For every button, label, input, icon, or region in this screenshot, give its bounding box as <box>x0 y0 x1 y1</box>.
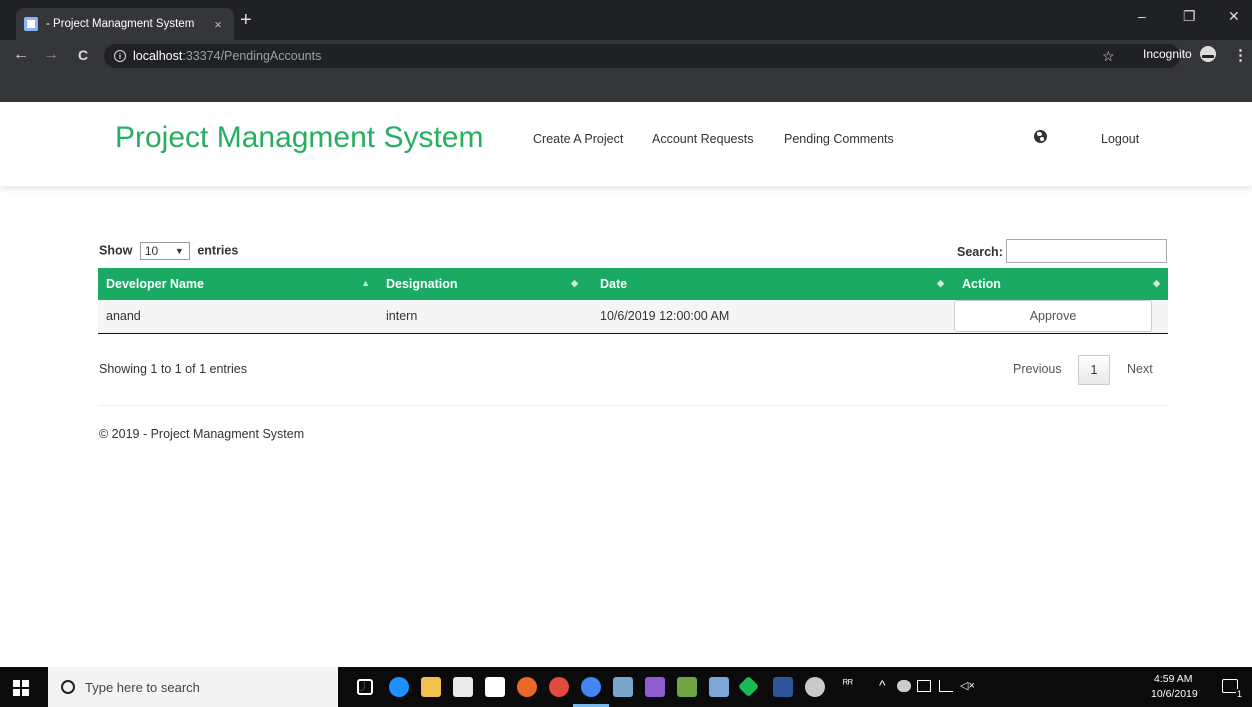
tab-title: - Project Managment System <box>46 18 195 30</box>
bookmarks-bar <box>0 72 1252 102</box>
show-label: Show <box>99 243 133 258</box>
clock-date[interactable]: 10/6/2019 <box>1151 688 1198 700</box>
table-header-row: Developer Name ▲ Designation ◆ Date ◆ Ac… <box>98 268 1168 300</box>
approve-button[interactable]: Approve <box>954 300 1152 333</box>
store-icon[interactable] <box>453 677 473 697</box>
sort-icon: ◆ <box>937 278 944 288</box>
page-size-select[interactable]: 10 ▼ <box>139 242 190 260</box>
site-header: Project Managment System Create A Projec… <box>0 102 1252 186</box>
tab-close-icon[interactable]: × <box>210 17 226 32</box>
table-search-input[interactable] <box>1006 239 1167 263</box>
nav-account-requests[interactable]: Account Requests <box>652 132 753 146</box>
notepad-icon[interactable] <box>677 677 697 697</box>
pagination-page-1[interactable]: 1 <box>1078 355 1110 385</box>
address-bar[interactable]: i localhost :33374/PendingAccounts <box>104 44 1180 68</box>
people-icon[interactable]: ᴿᴿ <box>843 678 853 690</box>
table-info: Showing 1 to 1 of 1 entries <box>99 362 248 376</box>
windows-start-icon[interactable] <box>13 680 29 696</box>
table-row: anand intern 10/6/2019 12:00:00 AM Appro… <box>98 300 1168 334</box>
pending-accounts-table: Developer Name ▲ Designation ◆ Date ◆ Ac… <box>98 268 1168 334</box>
url-path: :33374/PendingAccounts <box>182 49 322 63</box>
column-header-action[interactable]: Action ◆ <box>952 268 1168 300</box>
entries-label: entries <box>197 243 239 258</box>
network-icon[interactable] <box>939 680 953 692</box>
windows-taskbar: Type here to search ᴿᴿ ^ ◁× 4:59 AM 10/6… <box>0 667 1252 707</box>
firefox-icon[interactable] <box>517 677 537 697</box>
app-diamond-icon[interactable] <box>737 675 760 698</box>
column-header-designation[interactable]: Designation ◆ <box>378 268 586 300</box>
tray-overflow-icon[interactable]: ^ <box>879 677 886 693</box>
window-close-icon[interactable]: ✕ <box>1228 8 1240 25</box>
edge-icon[interactable] <box>389 677 409 697</box>
cortana-icon <box>61 680 75 694</box>
nav-create-project[interactable]: Create A Project <box>533 132 623 146</box>
nav-logout[interactable]: Logout <box>1101 132 1139 146</box>
pagination-next[interactable]: Next <box>1127 362 1153 376</box>
incognito-label: Incognito <box>1143 47 1192 61</box>
app-icon[interactable] <box>613 677 633 697</box>
minimize-icon[interactable]: – <box>1138 8 1146 24</box>
browser-toolbar: ← → C i localhost :33374/PendingAccounts <box>0 40 1252 72</box>
notification-count-badge: 1 <box>1236 689 1244 699</box>
page-size-value: 10 <box>144 244 159 258</box>
url-host: localhost <box>133 49 183 63</box>
cell-developer-name: anand <box>98 300 378 334</box>
globe-icon[interactable] <box>1034 130 1047 143</box>
back-icon[interactable]: ← <box>13 46 29 64</box>
snipping-tool-icon[interactable] <box>709 677 729 697</box>
site-brand[interactable]: Project Managment System <box>115 121 483 155</box>
restore-icon[interactable]: ❐ <box>1183 8 1196 25</box>
search-label: Search: <box>957 245 1003 259</box>
pagination-previous[interactable]: Previous <box>1013 362 1062 376</box>
clock-time[interactable]: 4:59 AM <box>1154 673 1193 685</box>
forward-icon[interactable]: → <box>43 46 59 64</box>
sort-icon: ◆ <box>571 278 578 288</box>
browser-tab-bar: - Project Managment System × + – ❐ ✕ <box>0 0 1252 40</box>
visual-studio-icon[interactable] <box>645 677 665 697</box>
cell-designation: intern <box>378 300 586 334</box>
browser-menu-icon[interactable]: ⋮ <box>1233 46 1248 64</box>
word-icon[interactable] <box>773 677 793 697</box>
cell-action: Approve <box>952 300 1168 334</box>
browser-tab[interactable]: - Project Managment System × <box>16 8 234 40</box>
nav-pending-comments[interactable]: Pending Comments <box>784 132 894 146</box>
sort-icon: ▲ <box>361 278 370 288</box>
chevron-down-icon: ▼ <box>174 246 184 256</box>
file-explorer-icon[interactable] <box>421 677 441 697</box>
paint-icon[interactable] <box>805 677 825 697</box>
chrome-icon[interactable] <box>549 677 569 697</box>
mail-icon[interactable] <box>485 677 505 697</box>
onedrive-icon[interactable] <box>897 680 911 692</box>
new-tab-icon[interactable]: + <box>240 10 252 30</box>
page-size-control: Show 10 ▼ entries <box>99 242 238 260</box>
site-info-icon[interactable]: i <box>114 50 126 62</box>
task-view-icon[interactable] <box>357 679 373 695</box>
incognito-icon <box>1200 46 1216 62</box>
footer-copyright: © 2019 - Project Managment System <box>99 427 305 441</box>
chrome-incognito-icon[interactable] <box>581 677 601 697</box>
column-header-developer-name[interactable]: Developer Name ▲ <box>98 268 378 300</box>
battery-icon[interactable] <box>917 680 931 692</box>
taskbar-search[interactable]: Type here to search <box>48 667 365 707</box>
bookmark-star-icon[interactable]: ☆ <box>1102 48 1115 65</box>
column-header-date[interactable]: Date ◆ <box>586 268 952 300</box>
cell-date: 10/6/2019 12:00:00 AM <box>586 300 952 334</box>
page-favicon-icon <box>24 17 38 31</box>
volume-icon[interactable]: ◁× <box>960 679 975 692</box>
footer-divider <box>98 405 1168 406</box>
taskbar-search-placeholder: Type here to search <box>85 679 200 695</box>
reload-icon[interactable]: C <box>78 46 88 64</box>
sort-icon: ◆ <box>1153 278 1160 288</box>
